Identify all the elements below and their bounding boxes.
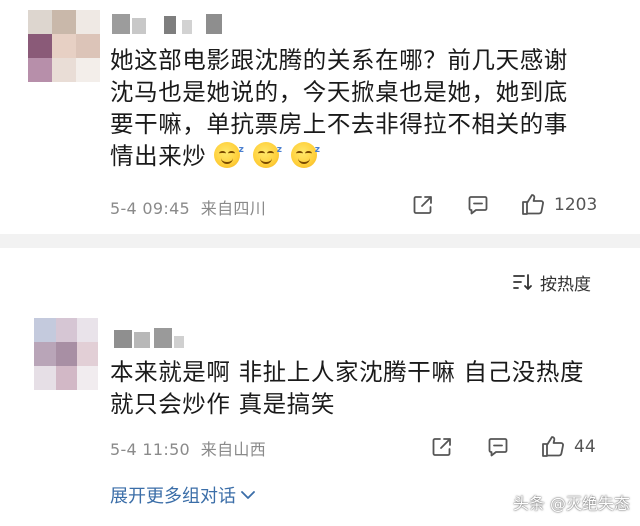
comment-meta: 5-4 09:45 来自四川 (110, 199, 266, 218)
sort-icon (513, 274, 532, 290)
comment-line-text: 情出来炒 (110, 142, 207, 170)
sleepy-smile-emoji: z (252, 142, 282, 168)
comment-icon[interactable] (466, 193, 490, 217)
comment-meta: 5-4 11:50 来自山西 (110, 440, 266, 459)
comment-line: 就只会炒作 真是搞笑 (110, 390, 335, 418)
expand-label: 展开更多组对话 (110, 486, 236, 507)
comment-body: 本来就是啊 非扯上人家沈腾干嘛 自己没热度 就只会炒作 真是搞笑 (110, 356, 630, 420)
avatar[interactable] (34, 318, 98, 390)
username-redacted[interactable] (112, 14, 232, 34)
comment-line: 要干嘛，单抗票房上不去非得拉不相关的事 (110, 110, 568, 138)
sort-by-hot-button[interactable]: 按热度 (512, 270, 591, 295)
sleepy-smile-emoji: z (214, 142, 244, 168)
comment-icon[interactable] (486, 435, 510, 459)
comment-line: 情出来炒 z z z (110, 140, 630, 172)
username-redacted[interactable] (114, 328, 194, 348)
comment-line: 本来就是啊 非扯上人家沈腾干嘛 自己没热度 (110, 358, 585, 386)
watermark: 头条 @灭绝失态 (512, 494, 630, 513)
sleepy-smile-emoji: z (290, 142, 320, 168)
expand-more-conversations-link[interactable]: 展开更多组对话 (110, 482, 256, 508)
comment-body: 她这部电影跟沈腾的关系在哪？前几天感谢 沈马也是她说的，今天掀桌也是她，她到底 … (110, 44, 630, 172)
comment-line: 她这部电影跟沈腾的关系在哪？前几天感谢 (110, 46, 568, 74)
chevron-down-icon (241, 491, 255, 499)
like-icon[interactable] (540, 433, 566, 459)
like-icon[interactable] (520, 191, 546, 217)
comment-line: 沈马也是她说的，今天掀桌也是她，她到底 (110, 78, 568, 106)
section-divider (0, 234, 640, 248)
like-count: 1203 (554, 195, 598, 215)
like-count: 44 (574, 437, 596, 457)
share-icon[interactable] (411, 193, 435, 217)
avatar[interactable] (28, 10, 100, 82)
sort-label: 按热度 (540, 274, 591, 295)
share-icon[interactable] (430, 435, 454, 459)
